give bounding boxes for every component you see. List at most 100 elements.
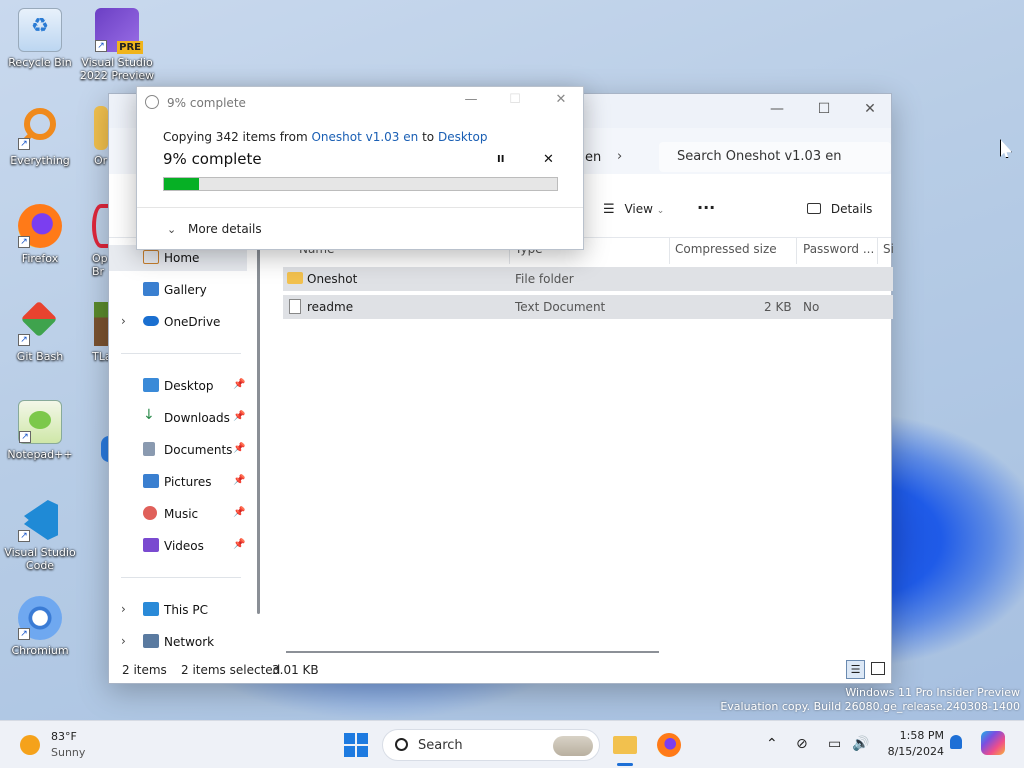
windows-logo-icon: [344, 733, 368, 757]
shortcut-arrow-icon: ↗: [18, 138, 30, 150]
volume-icon[interactable]: 🔊: [852, 736, 869, 752]
sidebar-item-desktop[interactable]: Desktop 📌: [109, 373, 249, 399]
pin-icon: 📌: [233, 443, 246, 454]
copilot-icon[interactable]: [981, 731, 1005, 755]
desktop-icon-visual-studio-preview[interactable]: ↗ PRE Visual Studio 2022 Preview: [79, 8, 155, 82]
network-disconnected-icon[interactable]: ⊘: [796, 736, 808, 752]
text-document-icon: [289, 299, 301, 314]
dialog-title: 9% complete: [167, 96, 246, 110]
pictures-icon: [143, 474, 159, 488]
sidebar-item-network[interactable]: › Network: [109, 629, 249, 655]
sidebar-item-music[interactable]: Music 📌: [109, 501, 249, 527]
chevron-right-icon[interactable]: ›: [121, 634, 126, 648]
tiles-view-button[interactable]: [871, 662, 885, 675]
git-bash-icon: ↗: [18, 300, 62, 346]
dialog-minimize-button[interactable]: —: [459, 92, 483, 107]
folder-icon: [613, 736, 637, 754]
pin-icon: 📌: [233, 539, 246, 550]
desktop-icon-recycle-bin[interactable]: ♻ Recycle Bin: [2, 8, 78, 69]
active-indicator: [617, 763, 633, 766]
horizontal-scrollbar[interactable]: [286, 651, 659, 653]
column-divider[interactable]: [796, 238, 797, 264]
chevron-up-icon[interactable]: ⌃: [766, 736, 778, 752]
chromium-icon: ↗: [18, 596, 62, 640]
sidebar-item-documents[interactable]: Documents 📌: [109, 437, 249, 463]
sidebar-scrollbar[interactable]: [257, 244, 260, 614]
taskbar-firefox-button[interactable]: [657, 733, 681, 757]
status-item-count: 2 items: [122, 663, 167, 677]
shortcut-arrow-icon: ↗: [18, 628, 30, 640]
sidebar-item-videos[interactable]: Videos 📌: [109, 533, 249, 559]
chevron-down-icon: ⌄: [167, 223, 177, 236]
more-details-button[interactable]: ⌄ More details: [167, 222, 262, 236]
address-crumb[interactable]: en: [585, 150, 601, 165]
destination-link[interactable]: Desktop: [438, 130, 488, 144]
chevron-right-icon[interactable]: ›: [121, 602, 126, 616]
chevron-right-icon[interactable]: ›: [617, 149, 622, 164]
music-icon: [143, 506, 157, 520]
table-row[interactable]: readme Text Document 2 KB No: [283, 295, 893, 319]
more-options-button[interactable]: ···: [697, 198, 715, 217]
view-icon: ☰: [603, 202, 615, 217]
dialog-titlebar[interactable]: 9% complete — ☐ ✕: [137, 87, 583, 117]
home-icon: [143, 250, 159, 264]
copy-description: Copying 342 items from Oneshot v1.03 en …: [163, 130, 488, 144]
shortcut-arrow-icon: ↗: [18, 236, 30, 248]
display-icon[interactable]: ▭: [828, 736, 841, 752]
vscode-icon: ↗: [18, 498, 62, 542]
dialog-divider: [137, 207, 583, 208]
column-header-size[interactable]: Si: [883, 242, 894, 256]
sidebar-item-pictures[interactable]: Pictures 📌: [109, 469, 249, 495]
desktop-icon-everything[interactable]: ↗ Everything: [2, 106, 78, 167]
notification-bell-icon[interactable]: [950, 735, 962, 749]
details-view-button[interactable]: ☰: [846, 660, 865, 679]
weather-widget[interactable]: 83°F Sunny: [20, 729, 100, 761]
pin-icon: 📌: [233, 475, 246, 486]
close-button[interactable]: ✕: [847, 94, 893, 124]
sidebar-item-onedrive[interactable]: › OneDrive: [109, 309, 249, 335]
onedrive-icon: [143, 316, 159, 326]
documents-icon: [143, 442, 155, 456]
sidebar-item-downloads[interactable]: ↓ Downloads 📌: [109, 405, 249, 431]
desktop-icon: [143, 378, 159, 392]
dialog-close-button[interactable]: ✕: [549, 92, 573, 107]
sidebar-item-this-pc[interactable]: › This PC: [109, 597, 249, 623]
column-header-compressed-size[interactable]: Compressed size: [675, 242, 777, 256]
column-divider[interactable]: [877, 238, 878, 264]
sun-icon: [20, 735, 40, 755]
details-pane-button[interactable]: Details: [807, 202, 872, 216]
network-icon: [143, 634, 159, 648]
videos-icon: [143, 538, 159, 552]
sidebar-item-gallery[interactable]: Gallery: [109, 277, 249, 303]
copy-progress-dialog[interactable]: 9% complete — ☐ ✕ Copying 342 items from…: [136, 86, 584, 250]
clock[interactable]: 1:58 PM 8/15/2024: [880, 728, 944, 760]
notepad-plus-plus-icon: ↗: [18, 400, 62, 444]
start-button[interactable]: [344, 733, 368, 757]
cancel-button[interactable]: ✕: [543, 152, 554, 167]
download-icon: ↓: [143, 407, 155, 423]
pin-icon: 📌: [233, 411, 246, 422]
desktop-icon-notepad-plus-plus[interactable]: ↗ Notepad++: [2, 400, 78, 461]
maximize-button[interactable]: ☐: [801, 94, 847, 124]
view-button[interactable]: ☰ View ⌄: [603, 202, 664, 217]
desktop-icon-chromium[interactable]: ↗ Chromium: [2, 596, 78, 657]
firefox-icon: ↗: [18, 204, 62, 248]
search-input[interactable]: Search Oneshot v1.03 en: [659, 142, 891, 172]
table-row[interactable]: Oneshot File folder: [283, 267, 893, 291]
taskbar-file-explorer-button[interactable]: [613, 733, 637, 766]
desktop-icon-firefox[interactable]: ↗ Firefox: [2, 204, 78, 265]
chevron-right-icon[interactable]: ›: [121, 314, 126, 328]
desktop-icon-git-bash[interactable]: ↗ Git Bash: [2, 300, 78, 363]
sidebar-divider: [121, 353, 241, 354]
column-header-password[interactable]: Password ...: [803, 242, 874, 256]
minimize-button[interactable]: —: [754, 94, 800, 124]
taskbar-search-input[interactable]: Search: [382, 729, 600, 761]
os-watermark: Windows 11 Pro Insider Preview Evaluatio…: [720, 686, 1020, 713]
source-link[interactable]: Oneshot v1.03 en: [311, 130, 418, 144]
pause-button[interactable]: II: [497, 154, 504, 165]
everything-icon: ↗: [18, 106, 62, 150]
column-divider[interactable]: [669, 238, 670, 264]
taskbar: 83°F Sunny Search ⌃ ⊘ ▭ 🔊 1:58 PM 8/15/2…: [0, 720, 1024, 768]
desktop-icon-vscode[interactable]: ↗ Visual Studio Code: [2, 498, 78, 572]
search-highlight-icon: [553, 736, 593, 756]
